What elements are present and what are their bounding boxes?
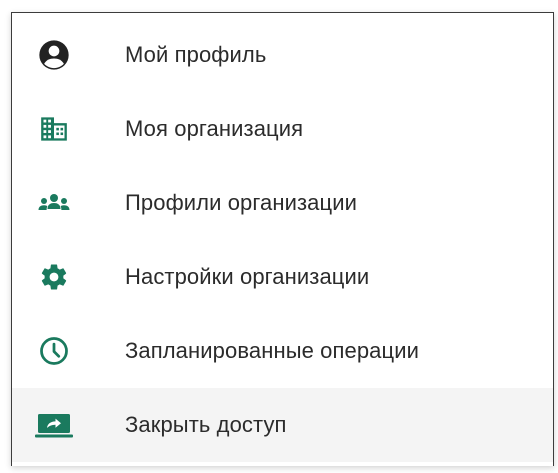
menu-item-organization-settings[interactable]: Настройки организации: [12, 240, 553, 314]
screen-share-icon: [34, 405, 74, 445]
clock-icon: [34, 331, 74, 371]
gear-icon: [34, 257, 74, 297]
menu-item-organization-profiles[interactable]: Профили организации: [12, 166, 553, 240]
user-dropdown-menu: Мой профиль Моя организация Профили орга…: [11, 12, 554, 466]
menu-item-scheduled-operations[interactable]: Запланированные операции: [12, 314, 553, 388]
menu-item-label: Запланированные операции: [125, 338, 419, 363]
menu-item-close-access[interactable]: Закрыть доступ: [12, 388, 553, 462]
people-group-icon: [34, 183, 74, 223]
menu-item-label: Моя организация: [125, 116, 304, 141]
building-icon: [34, 109, 74, 149]
menu-item-label: Профили организации: [125, 190, 357, 215]
menu-item-label: Настройки организации: [125, 264, 370, 289]
menu-item-my-profile[interactable]: Мой профиль: [12, 18, 553, 92]
account-circle-icon: [34, 35, 74, 75]
menu-item-label: Закрыть доступ: [125, 412, 287, 437]
menu-item-label: Мой профиль: [125, 42, 267, 67]
menu-item-my-organization[interactable]: Моя организация: [12, 92, 553, 166]
